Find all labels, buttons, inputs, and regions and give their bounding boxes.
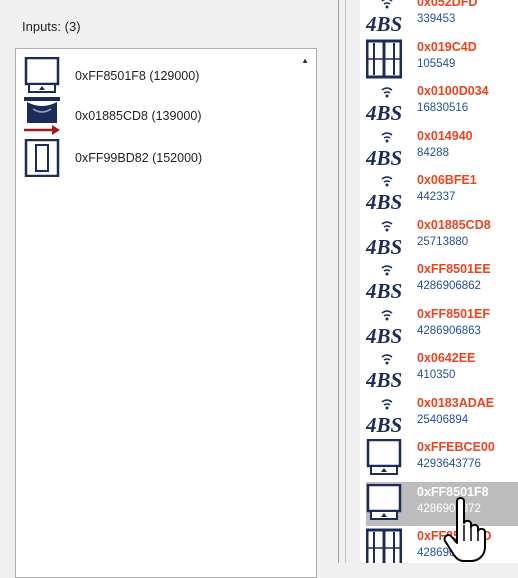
- panel-divider[interactable]: [338, 0, 339, 563]
- monitor-icon: [24, 56, 60, 95]
- input-item[interactable]: 0x01885CD8 (139000): [24, 97, 294, 137]
- 4bs-wireless-icon: 4BS: [365, 395, 402, 437]
- 4bs-wireless-icon: 4BS: [365, 217, 402, 259]
- device-value: 25713880: [417, 236, 469, 248]
- device-value: 84288: [417, 147, 449, 159]
- svg-text:4BS: 4BS: [366, 190, 402, 212]
- device-list[interactable]: 4BS 0x052DFD 339453 0x019C4D 105549 4BS 0x0100…: [360, 0, 518, 563]
- window-icon: [365, 39, 403, 79]
- device-row[interactable]: 4BS 0x052DFD 339453: [360, 0, 518, 36]
- device-value: 4286906863: [417, 325, 481, 337]
- inputs-label: Inputs: (3): [22, 19, 81, 34]
- device-row[interactable]: 0xFF8501F8 4286906872: [360, 482, 518, 526]
- monitor-icon: [366, 438, 402, 479]
- device-value: 4293643776: [417, 458, 481, 470]
- input-item-label: 0xFF99BD82 (152000): [75, 151, 203, 165]
- device-code: 0x0183ADAE: [417, 396, 495, 410]
- device-row[interactable]: 0xFF8501ED 4286906861: [360, 526, 518, 563]
- projector-icon: [24, 97, 60, 135]
- device-row[interactable]: 0xFFEBCE00 4293643776: [360, 437, 518, 481]
- svg-text:4BS: 4BS: [366, 279, 402, 301]
- device-value: 25406894: [417, 414, 469, 426]
- device-code: 0xFF8501EF: [417, 307, 490, 321]
- input-item[interactable]: 0xFF8501F8 (129000): [24, 56, 294, 97]
- device-value: 442337: [417, 191, 456, 203]
- svg-text:4BS: 4BS: [366, 413, 402, 435]
- device-value: 410350: [417, 369, 456, 381]
- input-item[interactable]: 0xFF99BD82 (152000): [24, 138, 294, 179]
- device-code: 0x052DFD: [417, 0, 478, 9]
- window-icon: [365, 528, 403, 563]
- device-row[interactable]: 4BS 0xFF8501EE 4286906862: [360, 259, 518, 303]
- svg-text:4BS: 4BS: [366, 368, 402, 390]
- device-value: 4286906862: [417, 280, 481, 292]
- device-row[interactable]: 4BS 0x01885CD8 25713880: [360, 215, 518, 259]
- svg-text:4BS: 4BS: [366, 235, 402, 257]
- device-code: 0x0642EE: [417, 351, 476, 365]
- device-code: 0x0100D034: [417, 84, 489, 98]
- device-row[interactable]: 4BS 0x014940 84288: [360, 126, 518, 170]
- device-row[interactable]: 4BS 0x06BFE1 442337: [360, 170, 518, 214]
- device-row[interactable]: 4BS 0x0100D034 16830516: [360, 81, 518, 125]
- device-code: 0x014940: [417, 129, 473, 143]
- device-value: 339453: [417, 13, 456, 25]
- device-code: 0x06BFE1: [417, 173, 477, 187]
- device-code: 0x01885CD8: [417, 218, 491, 232]
- input-item-label: 0x01885CD8 (139000): [75, 109, 202, 123]
- 4bs-wireless-icon: 4BS: [365, 306, 402, 348]
- panel-divider-inner: [345, 0, 346, 563]
- device-value: 105549: [417, 58, 456, 70]
- 4bs-wireless-icon: 4BS: [365, 128, 402, 170]
- device-row[interactable]: 4BS 0x0642EE 410350: [360, 348, 518, 392]
- inputs-panel: Inputs: (3) ▲ 0xFF8501F8 (129000) 0x01885…: [0, 0, 338, 578]
- door-icon: [24, 138, 60, 178]
- 4bs-wireless-icon: 4BS: [365, 83, 402, 125]
- inputs-list[interactable]: ▲ 0xFF8501F8 (129000) 0x01885CD8 (139000)…: [15, 48, 317, 578]
- device-row[interactable]: 4BS 0xFF8501EF 4286906863: [360, 304, 518, 348]
- device-code: 0xFF8501EE: [417, 262, 491, 276]
- scroll-up-arrow-icon[interactable]: ▲: [301, 56, 309, 65]
- svg-text:4BS: 4BS: [366, 324, 402, 346]
- 4bs-wireless-icon: 4BS: [365, 172, 402, 214]
- svg-text:4BS: 4BS: [366, 12, 402, 34]
- 4bs-wireless-icon: 4BS: [365, 261, 402, 303]
- hand-pointer-cursor-icon: [443, 497, 486, 562]
- device-row[interactable]: 4BS 0x0183ADAE 25406894: [360, 393, 518, 437]
- 4bs-wireless-icon: 4BS: [365, 350, 402, 392]
- svg-text:4BS: 4BS: [366, 101, 402, 123]
- device-code: 0xFFEBCE00: [417, 440, 495, 454]
- device-code: 0x019C4D: [417, 40, 477, 54]
- input-item-label: 0xFF8501F8 (129000): [75, 69, 200, 83]
- svg-text:4BS: 4BS: [366, 146, 402, 168]
- 4bs-wireless-icon: 4BS: [365, 0, 402, 36]
- monitor-icon: [366, 483, 402, 524]
- device-value: 16830516: [417, 102, 469, 114]
- device-row[interactable]: 0x019C4D 105549: [360, 37, 518, 81]
